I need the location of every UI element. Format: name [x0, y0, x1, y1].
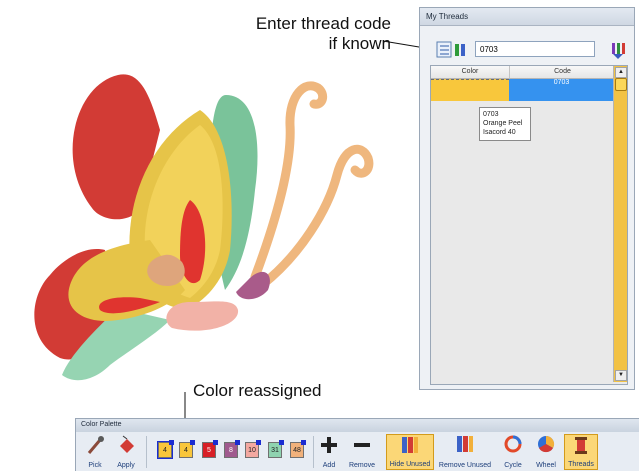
chip-marker [256, 440, 261, 445]
palette-color-chip[interactable]: 5 [202, 440, 218, 458]
panel-title: My Threads [420, 8, 634, 26]
color-wheel-icon [538, 435, 555, 453]
palette-title: Color Palette [76, 419, 639, 432]
plus-icon [321, 437, 337, 453]
palette-color-chip[interactable]: 10 [245, 440, 261, 458]
thread-color-swatch [431, 79, 509, 101]
remove-color-button[interactable]: Remove [344, 434, 380, 470]
apply-label: Apply [117, 462, 135, 469]
column-header-color[interactable]: Color [431, 66, 509, 79]
add-label: Add [322, 462, 336, 469]
toolbar-separator [146, 436, 147, 468]
palette-color-chip[interactable]: 8 [224, 440, 240, 458]
chip-marker [190, 440, 195, 445]
color-palette-toolbar: Color Palette Pick Apply Add Remove Hide… [75, 418, 639, 471]
hide-unused-icon [402, 437, 418, 453]
tooltip-name: Orange Peel [483, 120, 523, 127]
scroll-thumb[interactable] [615, 78, 627, 91]
thread-tooltip: 0703 Orange Peel Isacord 40 [479, 107, 531, 141]
chip-marker [213, 440, 218, 445]
palette-color-chip[interactable]: 4 [179, 440, 195, 458]
chip-marker [279, 440, 284, 445]
butterfly-embroidery-design [34, 74, 374, 381]
scroll-up-icon[interactable]: ▲ [615, 67, 627, 78]
apply-button[interactable]: Apply [112, 434, 140, 470]
pick-button[interactable]: Pick [82, 434, 108, 470]
threads-toolbar [434, 38, 628, 64]
threads-button[interactable]: Threads [564, 434, 598, 470]
wheel-label: Wheel [536, 462, 556, 469]
tooltip-code: 0703 [483, 111, 499, 118]
scroll-down-icon[interactable]: ▼ [615, 370, 627, 381]
remove-label: Remove [348, 462, 376, 469]
remove-unused-label: Remove Unused [438, 462, 492, 469]
my-threads-panel: My Threads Color Code 0703 0703 Orange P… [419, 7, 635, 390]
paint-bucket-icon [120, 435, 134, 453]
minus-icon [354, 443, 370, 447]
pick-label: Pick [88, 462, 102, 469]
toolbar-separator [313, 436, 314, 468]
remove-unused-button[interactable]: Remove Unused [436, 434, 494, 470]
column-header-code[interactable]: Code [509, 66, 615, 79]
hide-unused-label: Hide Unused [389, 461, 431, 468]
eyedropper-icon [87, 436, 104, 454]
tooltip-brand: Isacord 40 [483, 129, 516, 136]
selected-thread-row[interactable]: 0703 [431, 79, 614, 101]
cycle-label: Cycle [504, 462, 522, 469]
thread-code-input[interactable] [475, 41, 595, 57]
add-color-button[interactable]: Add [316, 434, 342, 470]
thread-spools-icon[interactable] [610, 40, 628, 60]
wheel-button[interactable]: Wheel [531, 434, 561, 470]
remove-unused-icon [457, 436, 473, 452]
view-options-icon[interactable] [436, 41, 470, 59]
thread-code-callout: Enter thread code if known [255, 14, 391, 53]
palette-color-chip[interactable]: 48 [290, 440, 306, 458]
color-reassigned-callout: Color reassigned [193, 381, 322, 400]
threads-grid[interactable]: Color Code 0703 0703 Orange Peel Isacord… [430, 65, 628, 385]
threads-label: Threads [568, 461, 594, 468]
hide-unused-button[interactable]: Hide Unused [386, 434, 434, 470]
chip-marker [301, 440, 306, 445]
thread-spool-icon [575, 437, 587, 454]
thread-code-cell: 0703 [509, 79, 614, 101]
cycle-icon [504, 435, 522, 453]
palette-color-chip[interactable]: 31 [268, 440, 284, 458]
cycle-button[interactable]: Cycle [498, 434, 528, 470]
vertical-scrollbar[interactable]: ▲ ▼ [613, 66, 627, 382]
palette-color-chip[interactable]: 4 [157, 440, 174, 459]
chip-marker [235, 440, 240, 445]
chip-marker [169, 440, 174, 445]
